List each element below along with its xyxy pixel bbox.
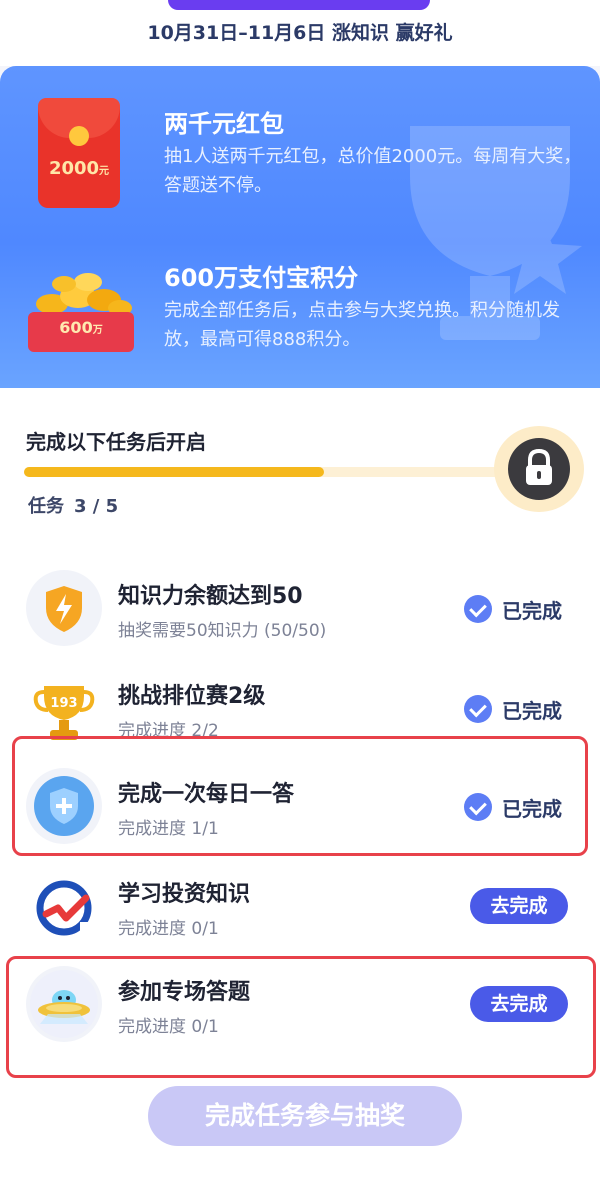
task-card: 完成以下任务后开启 任务 3 / 5 知识力余额达到50 抽奖需要50知识力 (5… [0, 388, 600, 1186]
task-title: 知识力余额达到50 [118, 584, 303, 609]
task-count-label: 任务 [28, 496, 64, 517]
go-complete-button[interactable]: 去完成 [470, 888, 568, 924]
prize-description: 完成全部任务后，点击参与大奖兑换。积分随机发放，最高可得888积分。 [164, 300, 560, 350]
highlight-box [12, 736, 588, 856]
task-status-label: 已完成 [502, 698, 562, 723]
lock-badge[interactable] [494, 426, 584, 512]
unlock-title: 完成以下任务后开启 [26, 430, 206, 454]
red-envelope-amount: 2000 [48, 158, 100, 179]
check-circle-icon [464, 695, 492, 723]
task-progress-fill [24, 467, 324, 477]
trophy-rank-number: 193 [50, 696, 77, 711]
check-circle-icon [464, 595, 492, 623]
coin-box-unit: 万 [92, 325, 103, 336]
prize-title: 600万支付宝积分 [164, 264, 359, 292]
highlight-box [6, 956, 596, 1078]
coin-box-icon: 600万 [18, 266, 148, 366]
red-envelope-unit: 元 [99, 166, 110, 177]
task-title: 挑战排位赛2级 [118, 684, 266, 709]
task-status-done: 已完成 [464, 594, 562, 624]
lock-icon [526, 448, 552, 485]
red-envelope-icon: 2000元 [38, 98, 120, 208]
coin-box-amount: 600 [59, 318, 93, 337]
task-row-knowledge-balance: 知识力余额达到50 抽奖需要50知识力 (50/50) 已完成 [0, 560, 600, 656]
task-status-label: 已完成 [502, 598, 562, 623]
task-count-value: 3 / 5 [74, 496, 119, 517]
chart-check-icon [26, 868, 102, 944]
trophy-icon: 193 [26, 670, 102, 746]
task-subtitle: 完成进度 0/1 [118, 919, 219, 939]
header-tab-decoration [168, 0, 430, 10]
task-subtitle: 抽奖需要50知识力 (50/50) [118, 621, 327, 641]
prize-description: 抽1人送两千元红包，总价值2000元。每周有大奖，答题送不停。 [164, 146, 582, 196]
task-status-done: 已完成 [464, 694, 562, 724]
task-title: 学习投资知识 [118, 882, 251, 907]
task-row-investment-knowledge: 学习投资知识 完成进度 0/1 去完成 [0, 858, 600, 954]
date-range-title: 10月31日–11月6日 涨知识 赢好礼 [147, 22, 453, 44]
task-progress-bar [24, 467, 524, 477]
prize-panel: 2000元 两千元红包 抽1人送两千元红包，总价值2000元。每周有大奖，答题送… [0, 66, 600, 388]
header-strip: 10月31日–11月6日 涨知识 赢好礼 [0, 0, 600, 66]
shield-bolt-icon [26, 570, 102, 646]
task-count: 任务 3 / 5 [28, 492, 118, 518]
join-draw-button[interactable]: 完成任务参与抽奖 [148, 1086, 462, 1146]
prize-title: 两千元红包 [164, 110, 284, 138]
